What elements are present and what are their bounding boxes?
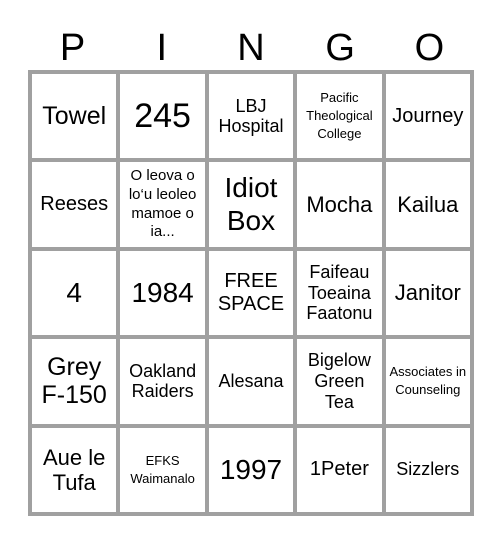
- free-space-cell[interactable]: FREE SPACE: [208, 250, 294, 336]
- bingo-cell[interactable]: Alesana: [208, 339, 294, 424]
- bingo-cell[interactable]: Associates in Counseling: [385, 339, 470, 424]
- header-letter-p: P: [59, 27, 86, 69]
- bingo-cell[interactable]: Idiot Box: [208, 162, 294, 247]
- bingo-cell[interactable]: Grey F-150: [32, 339, 117, 424]
- bingo-cell[interactable]: Oakland Raiders: [120, 339, 205, 424]
- header-letter-o: O: [414, 27, 445, 69]
- bingo-cell[interactable]: Sizzlers: [385, 427, 470, 512]
- bingo-cell[interactable]: Journey: [385, 74, 470, 159]
- bingo-cell[interactable]: Aue le Tufa: [32, 427, 117, 512]
- bingo-cell[interactable]: Towel: [32, 74, 117, 159]
- bingo-cell[interactable]: 1997: [208, 427, 294, 512]
- bingo-cell[interactable]: Faifeau Toeaina Faatonu: [297, 250, 382, 336]
- header-letter-i: I: [156, 27, 168, 69]
- bingo-cell[interactable]: Bigelow Green Tea: [297, 339, 382, 424]
- header-letter-g: G: [325, 27, 355, 69]
- bingo-cell[interactable]: LBJ Hospital: [208, 74, 294, 159]
- bingo-cell[interactable]: 1Peter: [297, 427, 382, 512]
- bingo-cell[interactable]: Pacific Theological College: [297, 74, 382, 159]
- bingo-cell[interactable]: 1984: [120, 250, 205, 336]
- bingo-cell[interactable]: Kailua: [385, 162, 470, 247]
- bingo-cell[interactable]: 245: [120, 74, 205, 159]
- bingo-cell[interactable]: EFKS Waimanalo: [120, 427, 205, 512]
- header-letter-n: N: [237, 27, 265, 69]
- bingo-cell[interactable]: Mocha: [297, 162, 382, 247]
- bingo-cell[interactable]: Janitor: [385, 250, 470, 336]
- bingo-grid: Towel 245 LBJ Hospital Pacific Theologic…: [28, 70, 474, 516]
- bingo-cell[interactable]: Reeses: [32, 162, 117, 247]
- bingo-cell[interactable]: 4: [32, 250, 117, 336]
- bingo-header: P I N G O: [28, 26, 474, 70]
- bingo-cell[interactable]: O leova o lo‘u leoleo mamoe o ia...: [120, 162, 205, 247]
